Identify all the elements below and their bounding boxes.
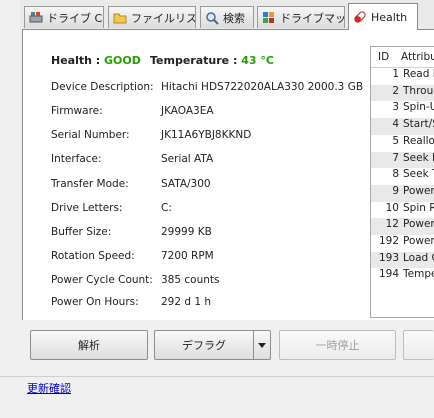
temperature-value: 43 °C [241,54,274,67]
row-id: 193 [378,251,399,264]
tab-label: ファイルリスト [131,11,196,25]
row-id: 7 [392,151,399,164]
pill-icon [353,10,367,24]
info-label: Rotation Speed: [51,250,135,262]
row-attribute: Realloc [403,134,434,147]
row-id: 1 [392,68,399,80]
row-id: 8 [392,168,399,181]
drive-icon [29,11,43,25]
defrag-dropdown-button[interactable] [253,330,271,360]
row-id: 194 [378,268,399,281]
table-row[interactable]: 12 Power [371,218,434,235]
row-id: 2 [392,84,399,97]
row-attribute: Seek Ti [403,168,434,181]
table-row[interactable]: 192 Power- [371,235,434,252]
info-label: Power Cycle Count: [51,274,153,286]
info-label: Buffer Size: [51,226,112,238]
tab-file-list[interactable]: ファイルリスト [108,6,196,28]
table-row[interactable]: 4 Start/S [371,118,434,135]
info-label: Serial Number: [51,129,130,141]
info-value: Hitachi HDS722020ALA330 2000.3 GB [161,81,364,93]
row-id: 9 [392,184,399,197]
tab-label: Health [371,10,408,24]
table-row[interactable]: 8 Seek Ti [371,168,434,185]
info-label: Drive Letters: [51,202,123,214]
tab-label: 検索 [223,11,245,25]
table-row[interactable]: 1 Read E [371,68,434,85]
smart-attributes-table[interactable]: ID Attribu 1 Read E 2 Throug 3 Spin-Up 4 Sta… [370,46,434,318]
column-header-attribute[interactable]: Attribu [401,51,434,63]
health-panel: Health : GOOD Temperature : 43 °C Device… [22,29,434,320]
tab-label: ドライブ C: [47,11,104,25]
table-row[interactable]: 2 Throug [371,84,434,102]
table-row[interactable]: 194 Temper [371,268,434,285]
row-attribute: Read E [403,68,434,80]
info-value: JKAOA3EA [161,105,214,117]
tab-drive-c[interactable]: ドライブ C: [24,6,104,28]
row-attribute: Load C [403,251,434,264]
info-value: C: [161,202,172,214]
row-attribute: Temper [403,268,434,281]
health-status: Health : GOOD [51,54,141,67]
tab-health[interactable]: Health [348,3,418,30]
row-attribute: Start/S [403,118,434,131]
row-attribute: Spin Re [403,201,434,214]
dropdown-arrow-icon [258,339,266,352]
row-attribute: Power [403,218,434,231]
tab-search[interactable]: 検索 [200,6,254,28]
tab-drive-map[interactable]: ドライブマップ [257,6,345,28]
row-attribute: Seek Er [403,151,434,164]
info-value: 292 d 1 h [161,296,212,308]
check-updates-link[interactable]: 更新確認 [27,380,71,396]
tab-label: ドライブマップ [280,11,345,25]
row-id: 4 [392,118,399,131]
defrag-button[interactable]: デフラグ [154,330,254,360]
folder-icon [113,11,127,25]
row-id: 10 [385,201,399,214]
row-id: 12 [385,218,399,231]
info-value: 385 counts [161,274,220,286]
info-value: Serial ATA [161,153,214,165]
temperature-status: Temperature : 43 °C [150,54,274,67]
info-label: Transfer Mode: [51,178,129,190]
health-value: GOOD [104,54,141,67]
stop-button[interactable] [403,330,434,360]
temperature-label: Temperature : [150,54,238,67]
info-label: Interface: [51,153,102,165]
row-attribute: Spin-Up [403,101,434,114]
info-value: 7200 RPM [161,250,214,262]
row-id: 5 [392,134,399,147]
table-header: ID Attribu [371,47,434,68]
table-row[interactable]: 9 Power- [371,184,434,202]
table-row[interactable]: 5 Realloc [371,135,434,152]
table-row[interactable]: 10 Spin Re [371,202,434,219]
table-row[interactable]: 193 Load C [371,251,434,269]
table-row[interactable]: 7 Seek Er [371,151,434,169]
row-attribute: Power- [403,184,434,197]
info-label: Firmware: [51,105,103,117]
row-id: 3 [392,101,399,114]
info-value: JK11A6YBJ8KKND [161,129,252,141]
row-attribute: Throug [403,84,434,97]
table-row[interactable]: 3 Spin-Up [371,101,434,118]
info-value: SATA/300 [161,178,211,190]
map-icon [262,11,276,25]
analyze-button[interactable]: 解析 [30,330,148,360]
magnifier-icon [205,11,219,25]
info-value: 29999 KB [161,226,212,238]
info-label: Device Description: [51,81,154,93]
row-id: 192 [378,235,399,247]
health-label: Health : [51,54,101,67]
column-header-id[interactable]: ID [378,51,389,63]
info-label: Power On Hours: [51,296,139,308]
row-attribute: Power- [403,235,434,247]
pause-button[interactable]: 一時停止 [279,330,396,360]
